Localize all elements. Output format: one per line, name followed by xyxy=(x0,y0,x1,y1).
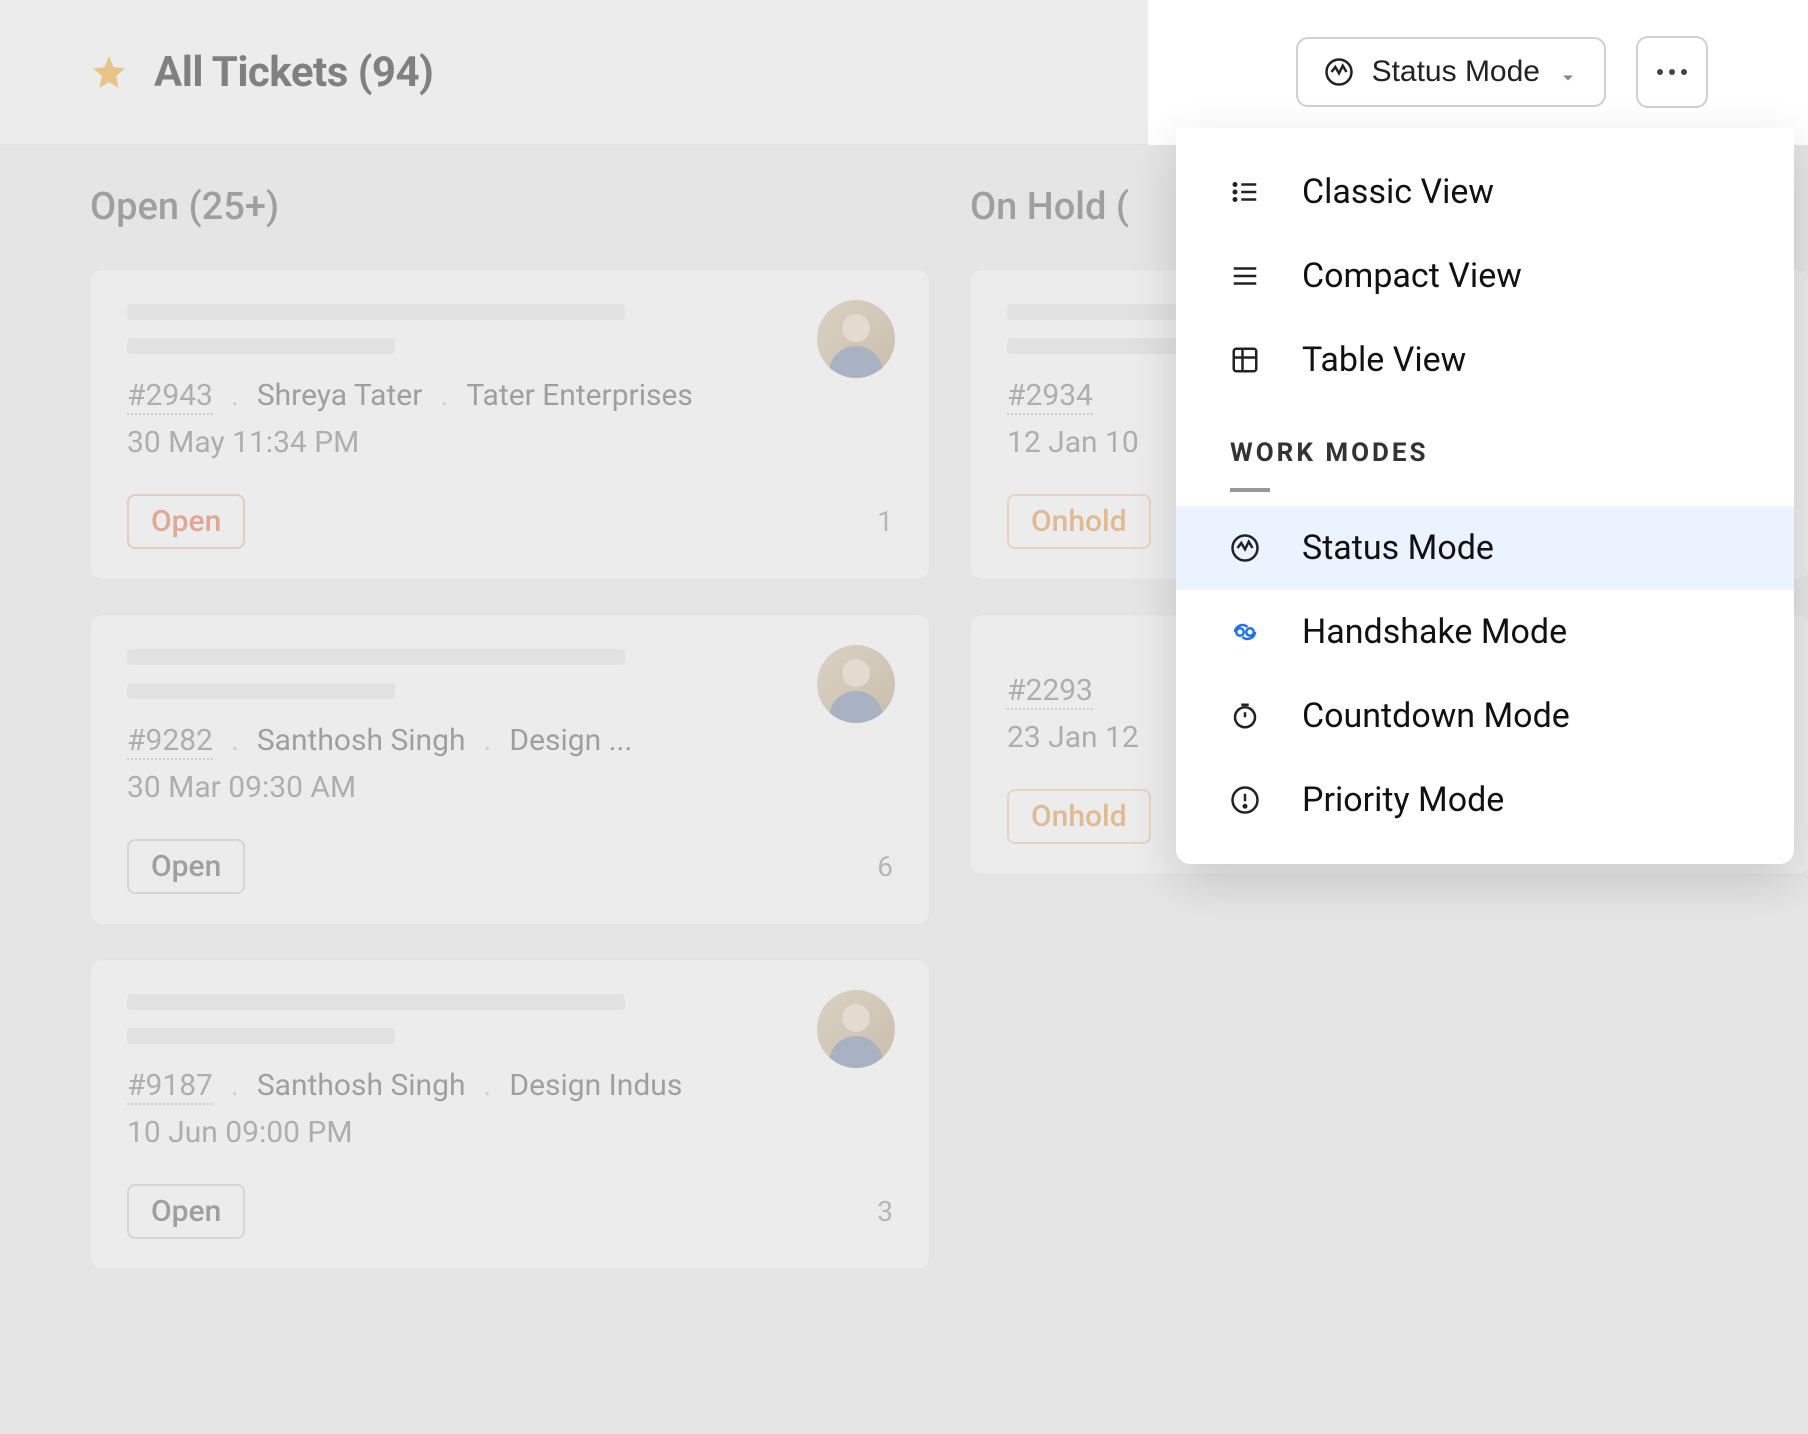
ticket-timestamp: 30 May 11:34 PM xyxy=(127,425,893,460)
menu-divider xyxy=(1230,488,1270,492)
ticket-id[interactable]: #2293 xyxy=(1007,673,1093,710)
more-horizontal-icon xyxy=(1655,65,1689,80)
handshake-icon xyxy=(1230,617,1260,647)
table-icon xyxy=(1230,345,1260,375)
menu-item-countdown-mode[interactable]: Countdown Mode xyxy=(1176,674,1794,758)
menu-section-header: WORK MODES xyxy=(1176,402,1794,478)
menu-item-compact-view[interactable]: Compact View xyxy=(1176,234,1794,318)
ticket-meta: #9187.Santhosh Singh.Design Indus xyxy=(127,1068,893,1105)
ticket-person: Santhosh Singh xyxy=(257,1068,466,1103)
ticket-timestamp: 30 Mar 09:30 AM xyxy=(127,770,893,805)
menu-item-label: Status Mode xyxy=(1302,528,1494,568)
skeleton-line xyxy=(127,994,625,1010)
status-badge[interactable]: Onhold xyxy=(1007,494,1151,549)
star-icon xyxy=(90,53,128,91)
menu-item-label: Table View xyxy=(1302,340,1466,380)
menu-item-handshake-mode[interactable]: Handshake Mode xyxy=(1176,590,1794,674)
menu-item-priority-mode[interactable]: Priority Mode xyxy=(1176,758,1794,842)
status-badge[interactable]: Open xyxy=(127,1184,245,1239)
list-icon xyxy=(1230,177,1260,207)
column-title: Open (25+) xyxy=(90,185,930,229)
skeleton-line xyxy=(127,304,625,320)
ticket-id[interactable]: #2934 xyxy=(1007,378,1093,415)
lines-icon xyxy=(1230,261,1260,291)
ticket-count: 1 xyxy=(877,505,893,538)
menu-item-label: Handshake Mode xyxy=(1302,612,1567,652)
menu-item-label: Classic View xyxy=(1302,172,1494,212)
status-badge[interactable]: Open xyxy=(127,839,245,894)
ticket-id[interactable]: #9187 xyxy=(127,1068,213,1105)
menu-item-status-mode[interactable]: Status Mode xyxy=(1176,506,1794,590)
ticket-count: 3 xyxy=(877,1195,893,1228)
ticket-meta: #2943.Shreya Tater.Tater Enterprises xyxy=(127,378,893,415)
avatar xyxy=(817,645,895,723)
priority-icon xyxy=(1230,785,1260,815)
status-badge[interactable]: Open xyxy=(127,494,245,549)
menu-item-classic-view[interactable]: Classic View xyxy=(1176,150,1794,234)
ticket-company: Design Indus xyxy=(509,1068,682,1103)
menu-item-label: Compact View xyxy=(1302,256,1522,296)
countdown-icon xyxy=(1230,701,1260,731)
more-options-button[interactable] xyxy=(1636,36,1708,108)
menu-item-label: Countdown Mode xyxy=(1302,696,1570,736)
avatar xyxy=(817,300,895,378)
avatar xyxy=(817,990,895,1068)
ticket-person: Santhosh Singh xyxy=(257,723,466,758)
ticket-id[interactable]: #2943 xyxy=(127,378,213,415)
chevron-down-icon xyxy=(1558,62,1578,82)
board-column: Open (25+) #2943.Shreya Tater.Tater Enter… xyxy=(90,185,930,1394)
view-mode-dropdown: Classic View Compact View Table View WORK M… xyxy=(1176,128,1794,864)
status-icon xyxy=(1324,57,1354,87)
ticket-meta: #9282.Santhosh Singh.Design ... xyxy=(127,723,893,760)
ticket-person: Shreya Tater xyxy=(257,378,423,413)
skeleton-line xyxy=(127,683,395,699)
ticket-card[interactable]: #9282.Santhosh Singh.Design ... 30 Mar 09… xyxy=(90,614,930,925)
ticket-card[interactable]: #2943.Shreya Tater.Tater Enterprises 30 M… xyxy=(90,269,930,580)
ticket-company: Design ... xyxy=(509,723,632,758)
page-title: All Tickets (94) xyxy=(154,48,433,97)
status-icon xyxy=(1230,533,1260,563)
skeleton-line xyxy=(127,338,395,354)
ticket-count: 6 xyxy=(877,850,893,883)
status-badge[interactable]: Onhold xyxy=(1007,789,1151,844)
skeleton-line xyxy=(127,649,625,665)
menu-item-label: Priority Mode xyxy=(1302,780,1504,820)
ticket-company: Tater Enterprises xyxy=(466,378,693,413)
status-mode-dropdown-button[interactable]: Status Mode xyxy=(1296,37,1606,107)
ticket-timestamp: 10 Jun 09:00 PM xyxy=(127,1115,893,1150)
ticket-card[interactable]: #9187.Santhosh Singh.Design Indus 10 Jun … xyxy=(90,959,930,1270)
mode-button-label: Status Mode xyxy=(1372,55,1540,89)
menu-item-table-view[interactable]: Table View xyxy=(1176,318,1794,402)
ticket-id[interactable]: #9282 xyxy=(127,723,213,760)
skeleton-line xyxy=(127,1028,395,1044)
